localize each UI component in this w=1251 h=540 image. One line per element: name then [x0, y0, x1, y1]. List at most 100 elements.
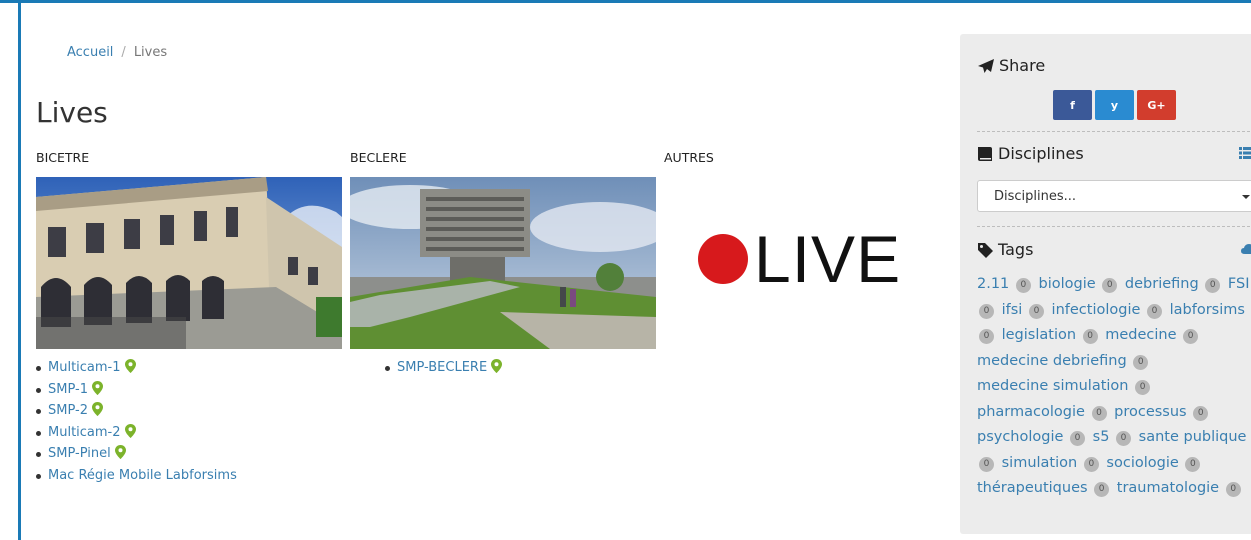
divider: [977, 131, 1251, 132]
book-icon: [978, 146, 992, 161]
breadcrumb-current: Lives: [133, 45, 168, 60]
tag-link[interactable]: processus: [1114, 404, 1186, 420]
live-link-smp-beclere[interactable]: SMP-BECLERE: [397, 360, 487, 375]
tag-count-badge: 0: [1015, 278, 1031, 293]
bicetre-live-list: Multicam-1 SMP-1 SMP-2 Multicam-2 SMP-Pi…: [36, 357, 237, 486]
tag-link[interactable]: medecine simulation: [977, 378, 1128, 394]
list-item: SMP-Pinel: [36, 443, 237, 465]
tag-link[interactable]: medecine debriefing: [977, 353, 1127, 369]
live-link-smp-pinel[interactable]: SMP-Pinel: [48, 446, 111, 461]
live-dot-icon: [698, 234, 748, 284]
tag-link[interactable]: simulation: [1002, 455, 1078, 471]
column-heading: AUTRES: [664, 150, 714, 165]
disciplines-title-label: Disciplines: [998, 144, 1084, 163]
live-logo[interactable]: LIVE: [698, 226, 901, 292]
tag-link[interactable]: debriefing: [1125, 276, 1199, 292]
tag-link[interactable]: sociologie: [1106, 455, 1178, 471]
column-bicetre: BICETRE Multicam-1 SMP-1 SMP-2 Multicam-…: [36, 150, 342, 483]
tag-count-badge: 0: [1102, 278, 1118, 293]
page-frame-left: [18, 0, 21, 540]
beclere-live-list: SMP-BECLERE: [385, 357, 503, 379]
bicetre-building-photo: [36, 177, 342, 349]
cloud-icon[interactable]: [1241, 243, 1251, 255]
tag-link[interactable]: infectiologie: [1052, 302, 1141, 318]
tag-link[interactable]: thérapeutiques: [977, 480, 1088, 496]
tag-count-badge: 0: [1083, 456, 1099, 472]
list-item: Multicam-1: [36, 357, 237, 379]
disciplines-select[interactable]: Disciplines...: [977, 180, 1251, 212]
share-buttons: f y G+: [1053, 90, 1176, 120]
column-heading: BECLERE: [350, 150, 407, 165]
tag-count-badge: 0: [1147, 303, 1163, 319]
map-pin-icon[interactable]: [114, 445, 126, 459]
list-item: SMP-BECLERE: [385, 357, 503, 379]
share-section: Share: [977, 56, 1251, 75]
tag-icon: [978, 242, 993, 258]
tag-link[interactable]: labforsims: [1170, 302, 1245, 318]
breadcrumb-home-link[interactable]: Accueil: [67, 45, 113, 60]
tag-cloud: 2.11 0 biologie 0 debriefing 0 FSI 0 ifs…: [977, 272, 1251, 502]
tag-link[interactable]: 2.11: [977, 276, 1009, 292]
tag-count-badge: 0: [1116, 431, 1132, 446]
beclere-building-photo: [350, 177, 656, 349]
column-beclere: BECLERE SMP-BECLERE: [350, 150, 656, 375]
tag-count-badge: 0: [979, 329, 994, 344]
tag-count-badge: 0: [1133, 354, 1149, 370]
facebook-share-button[interactable]: f: [1053, 90, 1092, 120]
disciplines-title: Disciplines: [977, 144, 1251, 163]
tags-section: Tags: [977, 240, 1251, 259]
tag-link[interactable]: medecine: [1105, 327, 1176, 343]
map-pin-icon[interactable]: [124, 359, 136, 373]
disciplines-select-value: Disciplines...: [994, 189, 1077, 204]
list-item: Multicam-2: [36, 422, 237, 444]
page-title: Lives: [36, 96, 108, 129]
tag-link[interactable]: legislation: [1002, 327, 1076, 343]
breadcrumb: Accueil / Lives: [67, 45, 167, 60]
live-logo-text: LIVE: [754, 222, 902, 296]
list-item: SMP-2: [36, 400, 237, 422]
live-link-multicam-1[interactable]: Multicam-1: [48, 360, 121, 375]
share-title: Share: [977, 56, 1251, 75]
tag-count-badge: 0: [1193, 405, 1209, 421]
tags-title-label: Tags: [998, 240, 1034, 259]
map-pin-icon[interactable]: [124, 423, 136, 438]
sidebar: Share f y G+ Disciplines Disciplines... …: [960, 34, 1251, 534]
paper-plane-icon: [978, 58, 994, 73]
map-pin-icon[interactable]: [491, 359, 503, 373]
live-link-smp-1[interactable]: SMP-1: [48, 382, 88, 397]
chevron-down-icon: [1242, 195, 1250, 199]
live-link-multicam-2[interactable]: Multicam-2: [48, 425, 121, 440]
tag-link[interactable]: s5: [1093, 429, 1110, 445]
tag-count-badge: 0: [1028, 303, 1044, 319]
tag-link[interactable]: sante publique: [1139, 429, 1247, 445]
column-autres: AUTRES: [664, 150, 714, 165]
tag-link[interactable]: ifsi: [1002, 302, 1023, 318]
tag-link[interactable]: traumatologie: [1117, 480, 1219, 496]
list-item: SMP-1: [36, 379, 237, 401]
tag-link[interactable]: FSI: [1228, 276, 1250, 292]
tag-link[interactable]: pharmacologie: [977, 404, 1085, 420]
twitter-share-button[interactable]: y: [1095, 90, 1134, 120]
live-link-smp-2[interactable]: SMP-2: [48, 403, 88, 418]
tag-link[interactable]: psychologie: [977, 429, 1063, 445]
tag-count-badge: 0: [1082, 329, 1098, 344]
tag-count-badge: 0: [1185, 456, 1201, 472]
tags-title: Tags: [977, 240, 1251, 259]
tag-count-badge: 0: [1094, 482, 1110, 497]
page-frame-top: [0, 0, 1251, 3]
tag-count-badge: 0: [979, 456, 994, 472]
tag-count-badge: 0: [1225, 482, 1241, 497]
live-link-mac-regie-mobile[interactable]: Mac Régie Mobile Labforsims: [48, 468, 237, 483]
disciplines-section: Disciplines: [977, 144, 1251, 163]
tag-count-badge: 0: [1135, 380, 1151, 395]
tag-count-badge: 0: [1070, 431, 1086, 446]
map-pin-icon[interactable]: [91, 380, 103, 395]
tag-count-badge: 0: [1205, 278, 1221, 293]
list-icon[interactable]: [1239, 146, 1251, 160]
list-item: Mac Régie Mobile Labforsims: [36, 465, 237, 487]
column-heading: BICETRE: [36, 150, 90, 165]
tag-link[interactable]: biologie: [1039, 276, 1096, 292]
map-pin-icon[interactable]: [91, 402, 103, 416]
google-plus-share-button[interactable]: G+: [1137, 90, 1176, 120]
tag-count-badge: 0: [1183, 329, 1199, 344]
